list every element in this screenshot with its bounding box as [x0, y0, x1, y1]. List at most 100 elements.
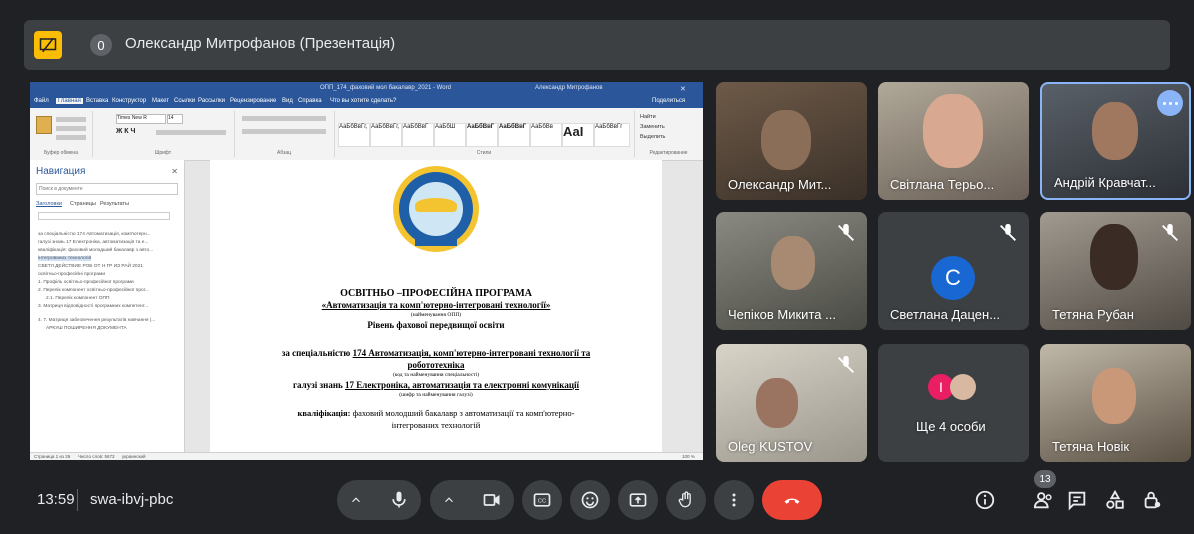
tell-me-search[interactable]: Что вы хотите сделать? — [330, 98, 396, 104]
select-button[interactable]: Выделить — [640, 134, 665, 140]
doc-program: «Автоматизація та комп'ютерно-інтегрован… — [321, 300, 551, 310]
menu-review[interactable]: Рецензирование — [230, 98, 276, 104]
style-item[interactable]: АаБбВвГг — [594, 123, 630, 147]
style-item[interactable]: АаI — [562, 123, 594, 147]
menu-references[interactable]: Ссылки — [174, 98, 195, 104]
menu-insert[interactable]: Вставка — [86, 98, 108, 104]
chevron-up-icon[interactable] — [442, 493, 456, 507]
paste-icon[interactable] — [36, 116, 52, 134]
doc-level: Рівень фахової передвищої освіти — [367, 320, 505, 330]
participant-tile[interactable]: Світлана Терьо... — [878, 82, 1029, 200]
nav-item[interactable]: 2.1. Перелік компонент ОПП — [46, 296, 109, 301]
meeting-details-button[interactable] — [971, 486, 999, 514]
avatar — [950, 374, 976, 400]
info-icon — [975, 490, 995, 510]
find-button[interactable]: Найти — [640, 114, 656, 120]
presentation-icon — [34, 31, 62, 59]
nav-item[interactable]: 2. Перелік компонент освітньо-професійно… — [38, 288, 149, 293]
present-button[interactable] — [618, 480, 658, 520]
captions-button[interactable]: CC — [522, 480, 562, 520]
nav-tab-results[interactable]: Результаты — [100, 201, 129, 207]
document-page[interactable]: ОСВІТНЬО –ПРОФЕСІЙНА ПРОГРАМА «Автоматиз… — [210, 160, 662, 452]
menu-design[interactable]: Конструктор — [112, 98, 146, 104]
reactions-button[interactable] — [570, 480, 610, 520]
close-icon[interactable]: ✕ — [171, 167, 178, 176]
college-seal — [393, 166, 479, 252]
font-size-select[interactable]: 14 — [167, 114, 183, 124]
more-options-icon[interactable] — [1157, 90, 1183, 116]
raise-hand-button[interactable] — [666, 480, 706, 520]
style-item[interactable]: АаБбВвГ — [498, 123, 530, 147]
participant-tile[interactable]: C Светлана Дацен... — [878, 212, 1029, 330]
end-call-button[interactable] — [762, 480, 822, 520]
more-options-button[interactable] — [714, 480, 754, 520]
nav-item[interactable]: 4. 7. Матриця забезпечення результатів н… — [38, 318, 155, 323]
nav-item[interactable]: за спеціальністю 174 Автоматизація, комп… — [38, 232, 151, 237]
chevron-up-icon[interactable] — [349, 493, 363, 507]
microphone-icon[interactable] — [389, 490, 409, 510]
more-vert-icon — [732, 493, 736, 507]
participant-tile[interactable]: Oleg KUSTOV — [716, 344, 867, 462]
nav-item[interactable]: кваліфікація: фаховий молодший бакалавр … — [38, 248, 153, 253]
ribbon-paragraph: Абзац — [234, 111, 335, 157]
menu-help[interactable]: Справка — [298, 98, 322, 104]
participant-name: Тетяна Рубан — [1052, 307, 1134, 322]
bold-icon[interactable]: Ж К Ч — [116, 128, 135, 135]
chat-button[interactable] — [1063, 486, 1091, 514]
participant-tile[interactable]: Олександр Мит... — [716, 82, 867, 200]
mic-off-icon — [1162, 223, 1178, 241]
nav-item[interactable]: інтегрованих технологій — [38, 256, 92, 261]
font-name-select[interactable]: Times New R — [116, 114, 166, 124]
nav-item[interactable]: 3. Матриця відповідності програмних комп… — [38, 304, 148, 309]
participant-tile[interactable]: Чепіков Микита ... — [716, 212, 867, 330]
menu-view[interactable]: Вид — [282, 98, 293, 104]
participant-tile[interactable]: Тетяна Новік — [1040, 344, 1191, 462]
camera-icon[interactable] — [482, 490, 502, 510]
participant-tile-group[interactable]: I Ще 4 особи — [878, 344, 1029, 462]
navigation-search-input[interactable]: Поиск в документе — [36, 183, 178, 195]
participant-tile[interactable]: Тетяна Рубан — [1040, 212, 1191, 330]
nav-item[interactable]: галузі знань 17 Електроніка, автоматизац… — [38, 240, 148, 245]
style-item[interactable]: АаБбВвГг, — [370, 123, 402, 147]
activities-button[interactable] — [1101, 486, 1129, 514]
participant-tile-active[interactable]: Андрій Кравчат... — [1040, 82, 1191, 200]
nav-collapse-bar[interactable] — [38, 212, 170, 220]
share-button[interactable]: Поделиться — [652, 98, 685, 104]
menu-layout[interactable]: Макет — [152, 98, 169, 104]
style-item[interactable]: АаБбВвГг, — [338, 123, 370, 147]
participant-video — [771, 236, 815, 290]
nav-item[interactable]: освітньо-професійні програми — [38, 272, 105, 277]
ribbon-label-editing: Редактирование — [649, 150, 688, 156]
status-zoom[interactable]: 100 % — [682, 454, 695, 459]
style-item[interactable]: АаБбВвГ — [466, 123, 498, 147]
participant-video — [923, 94, 983, 168]
nav-tab-pages[interactable]: Страницы — [70, 201, 96, 207]
replace-button[interactable]: Заменить — [640, 124, 665, 130]
nav-tab-headings[interactable]: Заголовки — [36, 201, 62, 207]
host-controls-button[interactable] — [1138, 486, 1166, 514]
menu-home[interactable]: Главная — [56, 98, 83, 104]
mic-off-icon — [838, 223, 854, 241]
word-ribbon: Буфер обмена Times New R 14 Ж К Ч Шрифт … — [30, 108, 703, 161]
menu-file[interactable]: Файл — [34, 98, 49, 104]
presenter-count-badge: 0 — [90, 34, 112, 56]
close-icon[interactable]: ✕ — [680, 85, 686, 93]
ribbon-label-styles: Стили — [476, 150, 492, 156]
participant-name: Oleg KUSTOV — [728, 439, 813, 454]
mic-off-icon — [838, 355, 854, 373]
people-button[interactable] — [1030, 486, 1058, 514]
captions-icon: CC — [533, 493, 551, 507]
hang-up-icon — [784, 498, 800, 504]
lock-person-icon — [1144, 491, 1161, 509]
nav-item[interactable]: СВЕТЛ ДЕЙСТВИЕ РОБ ОТ Н ГР ИЗ РАЙ 2021 — [38, 264, 143, 269]
nav-item[interactable]: АРКУШ ПОШИРЕННЯ ДОКУМЕНТА — [46, 326, 127, 331]
participant-video — [756, 378, 798, 428]
word-user-name: Александр Митрофанов — [535, 85, 603, 91]
style-item[interactable]: АаБбВвГ — [402, 123, 434, 147]
menu-mailings[interactable]: Рассылки — [198, 98, 225, 104]
navigation-title: Навигация — [36, 166, 86, 177]
style-item[interactable]: АаБбШ — [434, 123, 466, 147]
doc-specialty2: робототехніка — [407, 360, 465, 370]
style-item[interactable]: АаБбВв — [530, 123, 562, 147]
nav-item[interactable]: 1. Профіль освітньо-професійної програми — [38, 280, 134, 285]
